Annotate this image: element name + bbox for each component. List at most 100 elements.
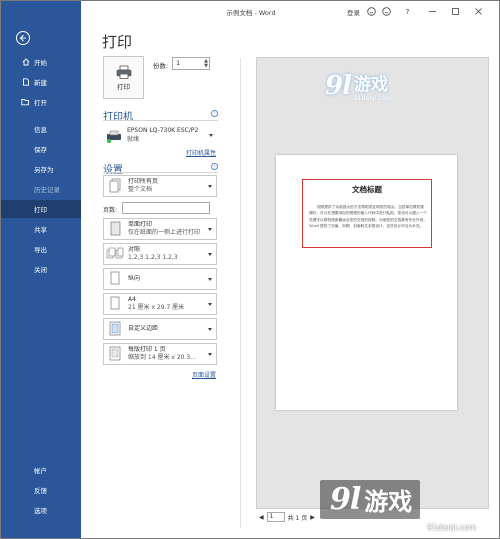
document-text-box: 文档标题 视频提供了功能强大的方法帮助您证明您的观点。当您单击联机视频时，可以在… [302, 179, 432, 248]
nav-label: 帐户 [34, 467, 47, 475]
pages-label: 页数: [103, 207, 118, 214]
folder-open-icon [21, 98, 30, 107]
margins-select[interactable]: 自定义边距 [103, 318, 217, 340]
page-setup-link[interactable]: 页面设置 [192, 370, 216, 379]
chevron-down-icon [208, 184, 212, 188]
svg-text:?: ? [406, 8, 410, 16]
chevron-down-icon [208, 302, 212, 306]
nav-item-info[interactable]: 信息 [1, 120, 81, 138]
divider [103, 120, 218, 121]
collate-icon [106, 245, 124, 263]
frown-icon[interactable] [381, 6, 392, 17]
watermark-logo-num: 9l [325, 71, 352, 101]
nav-label: 历史记录 [34, 186, 60, 194]
prev-page-icon[interactable]: ◀ [259, 514, 264, 521]
nav-label: 导出 [34, 246, 47, 254]
current-page-input[interactable]: 1 [266, 512, 285, 522]
nav-item-export[interactable]: 导出 [1, 240, 81, 258]
nav-label: 选项 [34, 507, 47, 515]
watermark-logo-text: 游戏 [353, 75, 388, 95]
divider [103, 172, 218, 173]
setting-main: A4 [128, 295, 136, 303]
nav-item-history: 历史记录 [1, 180, 81, 198]
pages-input[interactable] [122, 202, 210, 214]
nav-item-account[interactable]: 帐户 [1, 461, 81, 479]
print-range-select[interactable]: 打印所有页 整个文档 [103, 175, 217, 197]
page-navigator: ◀ 1 共 1 页 ▶ [259, 512, 315, 522]
watermark-logo-text: 游戏 [364, 488, 413, 516]
nav-label: 反馈 [34, 487, 47, 495]
setting-sub: 整个文档 [128, 186, 153, 193]
page-per-sheet-icon [106, 345, 124, 363]
chevron-down-icon [208, 327, 212, 331]
nav-item-new[interactable]: 新建 [1, 73, 81, 91]
backstage-nav: 开始 新建 打开 信息 保存 另存为 历史记录 打印 共享 导出 关闭 帐户 反… [1, 1, 81, 538]
settings-heading: 设置 [103, 165, 123, 176]
setting-sub: 缩放到 14 厘米 x 20.3... [128, 354, 196, 361]
margins-icon [106, 320, 124, 338]
column-divider [240, 58, 241, 528]
nav-label: 信息 [34, 126, 47, 134]
nav-item-options[interactable]: 选项 [1, 501, 81, 519]
collation-select[interactable]: 对照 1,2,3 1,2,3 1,2,3 [103, 243, 217, 265]
close-icon[interactable] [473, 6, 484, 17]
login-link[interactable]: 登录 [347, 7, 360, 17]
setting-sub: 仅在纸面的一侧上进行打印 [128, 229, 201, 236]
nav-item-save-as[interactable]: 另存为 [1, 160, 81, 178]
nav-label: 打印 [34, 206, 47, 214]
nav-item-open[interactable]: 打开 [1, 93, 81, 111]
info-icon[interactable]: i [211, 110, 218, 117]
setting-main: 自定义边距 [128, 324, 159, 332]
print-button[interactable]: 打印 [103, 56, 144, 99]
nav-label: 关闭 [34, 266, 47, 274]
maximize-icon[interactable] [450, 6, 461, 17]
page-count: 共 1 页 [287, 514, 308, 522]
printer-properties-link[interactable]: 打印机属性 [186, 148, 216, 157]
info-icon[interactable]: i [211, 163, 218, 170]
setting-main: 对照 [128, 245, 141, 253]
chevron-down-icon [208, 227, 212, 231]
pages-per-sheet-select[interactable]: 每版打印 1 页 缩放到 14 厘米 x 20.3... [103, 343, 217, 365]
setting-sub: 1,2,3 1,2,3 1,2,3 [128, 254, 178, 261]
setting-main: 纵向 [128, 274, 141, 282]
document-title: 文档标题 [352, 185, 382, 194]
help-icon[interactable]: ? [402, 6, 413, 17]
chevron-down-icon [209, 134, 213, 137]
nav-item-print[interactable]: 打印 [1, 200, 81, 218]
copies-label: 份数: [153, 62, 169, 70]
copies-value: 1 [176, 59, 181, 67]
orientation-select[interactable]: 纵向 [103, 268, 217, 290]
nav-item-feedback[interactable]: 反馈 [1, 481, 81, 499]
minimize-icon[interactable] [427, 6, 438, 17]
back-button[interactable] [16, 31, 30, 45]
printer-status: 就绪 [127, 135, 140, 143]
home-icon [21, 58, 30, 67]
portrait-icon [106, 270, 124, 288]
nav-item-close[interactable]: 关闭 [1, 260, 81, 278]
nav-item-save[interactable]: 保存 [1, 140, 81, 158]
printer-select[interactable]: EPSON LQ-730K ESC/P2 就绪 [103, 123, 217, 148]
page-title: 打印 [102, 33, 133, 51]
printer-name: EPSON LQ-730K ESC/P2 [127, 127, 199, 134]
title-bar: 示例文档 - Word 登录 ? [81, 1, 499, 23]
chevron-down-icon [208, 252, 212, 256]
watermark-logo-num: 9l [330, 482, 361, 517]
next-page-icon[interactable]: ▶ [310, 514, 315, 521]
smiley-icon[interactable] [366, 6, 377, 17]
sides-select[interactable]: 单面打印 仅在纸面的一侧上进行打印 [103, 218, 217, 240]
new-doc-icon [21, 78, 30, 87]
copies-stepper[interactable]: 1 ▲ ▼ [172, 57, 210, 70]
nav-item-home[interactable]: 开始 [1, 53, 81, 71]
watermark-url-bottom: 91danji.com [427, 523, 477, 532]
paper-size-select[interactable]: A4 21 厘米 x 29.7 厘米 [103, 293, 217, 315]
setting-sub: 21 厘米 x 29.7 厘米 [128, 304, 185, 311]
spin-arrows-icon[interactable]: ▲ ▼ [204, 59, 208, 69]
watermark-bottom: 9l 游戏 [320, 480, 421, 519]
chevron-down-icon [208, 352, 212, 356]
nav-label: 保存 [34, 146, 47, 154]
watermark-url: 91danji.com [353, 95, 391, 102]
nav-label: 新建 [34, 79, 47, 87]
document-body: 视频提供了功能强大的方法帮助您证明您的观点。当您单击联机视频时，可以在想要添加的… [309, 205, 427, 228]
printer-device-icon [105, 127, 123, 145]
nav-item-share[interactable]: 共享 [1, 220, 81, 238]
